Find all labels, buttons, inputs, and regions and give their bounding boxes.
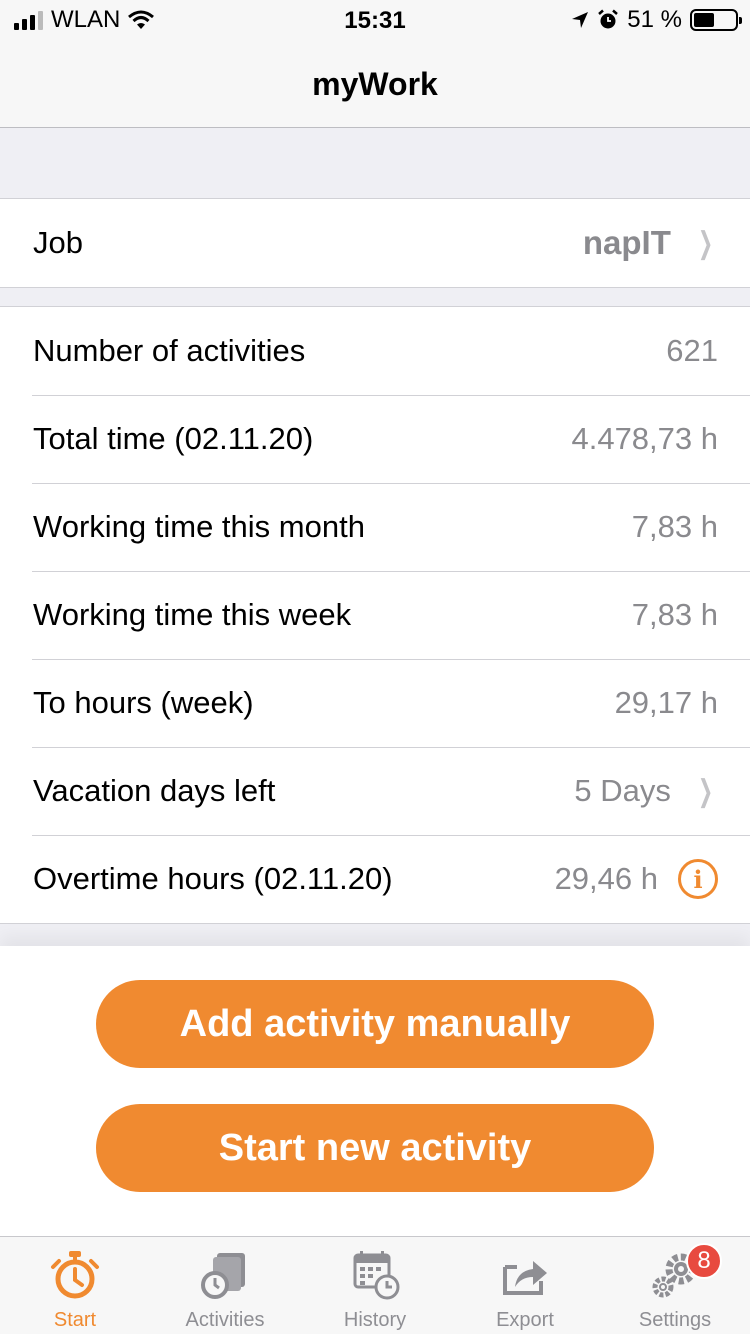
chevron-right-icon: ❯ [697,226,713,260]
alarm-icon [598,9,619,29]
add-activity-manually-button[interactable]: Add activity manually [96,980,654,1068]
stats-section: Number of activities 621 Total time (02.… [0,306,750,924]
calendar-clock-icon [353,1251,400,1300]
tab-bar: Start Activities History Export 8 Settin… [0,1236,750,1334]
stat-label: Working time this week [33,597,352,632]
action-area: Add activity manually Start new activity [0,946,750,1236]
stopwatch-icon [51,1251,99,1299]
stat-value: 5 Days [574,773,671,808]
chevron-right-icon: ❯ [697,774,713,808]
status-bar: WLAN 15:31 51 % [0,0,750,40]
page-title: myWork [312,66,438,102]
battery-label: 51 % [627,6,682,33]
navigation-bar: myWork [0,40,750,128]
tab-export[interactable]: Export [450,1237,600,1334]
stat-row-activities: Number of activities 621 [0,307,750,395]
tab-start[interactable]: Start [0,1237,150,1334]
tab-settings[interactable]: 8 Settings [600,1237,750,1334]
status-right: 51 % [571,6,742,34]
stat-row-month: Working time this month 7,83 h [0,483,750,571]
battery-icon [690,9,742,31]
settings-badge: 8 [686,1243,722,1279]
export-icon [503,1261,547,1295]
tab-label: Start [53,1309,97,1331]
tab-activities[interactable]: Activities [150,1237,300,1334]
stat-value: 621 [666,333,718,368]
stat-row-week: Working time this week 7,83 h [0,571,750,659]
stat-label: To hours (week) [33,685,254,720]
job-value: napIT [582,224,671,261]
stat-label: Overtime hours (02.11.20) [33,861,393,896]
location-arrow-icon [572,12,589,28]
stat-value: 29,17 h [614,685,718,720]
job-section: Job napIT ❯ [0,198,750,288]
stat-label: Working time this month [33,509,365,544]
info-icon[interactable]: i [678,859,718,899]
job-row[interactable]: Job napIT ❯ [0,199,750,287]
tab-label: Activities [185,1309,265,1331]
start-new-activity-button[interactable]: Start new activity [96,1104,654,1192]
stat-row-vacation[interactable]: Vacation days left 5 Days ❯ [0,747,750,835]
job-label: Job [33,225,83,260]
stat-label: Vacation days left [33,773,276,808]
tab-label: Export [496,1309,554,1331]
stat-row-total-time: Total time (02.11.20) 4.478,73 h [0,395,750,483]
stat-row-overtime: Overtime hours (02.11.20) 29,46 h i [0,835,750,923]
tab-history[interactable]: History [300,1237,450,1334]
tab-label: History [343,1309,407,1331]
activities-icon [201,1253,245,1299]
stat-row-to-hours: To hours (week) 29,17 h [0,659,750,747]
tab-label: Settings [638,1309,712,1331]
stat-value: 29,46 h [554,861,658,896]
stat-value: 7,83 h [631,597,718,632]
stat-label: Number of activities [33,333,306,368]
stat-label: Total time (02.11.20) [33,421,314,456]
stat-value: 4.478,73 h [571,421,718,456]
stat-value: 7,83 h [631,509,718,544]
